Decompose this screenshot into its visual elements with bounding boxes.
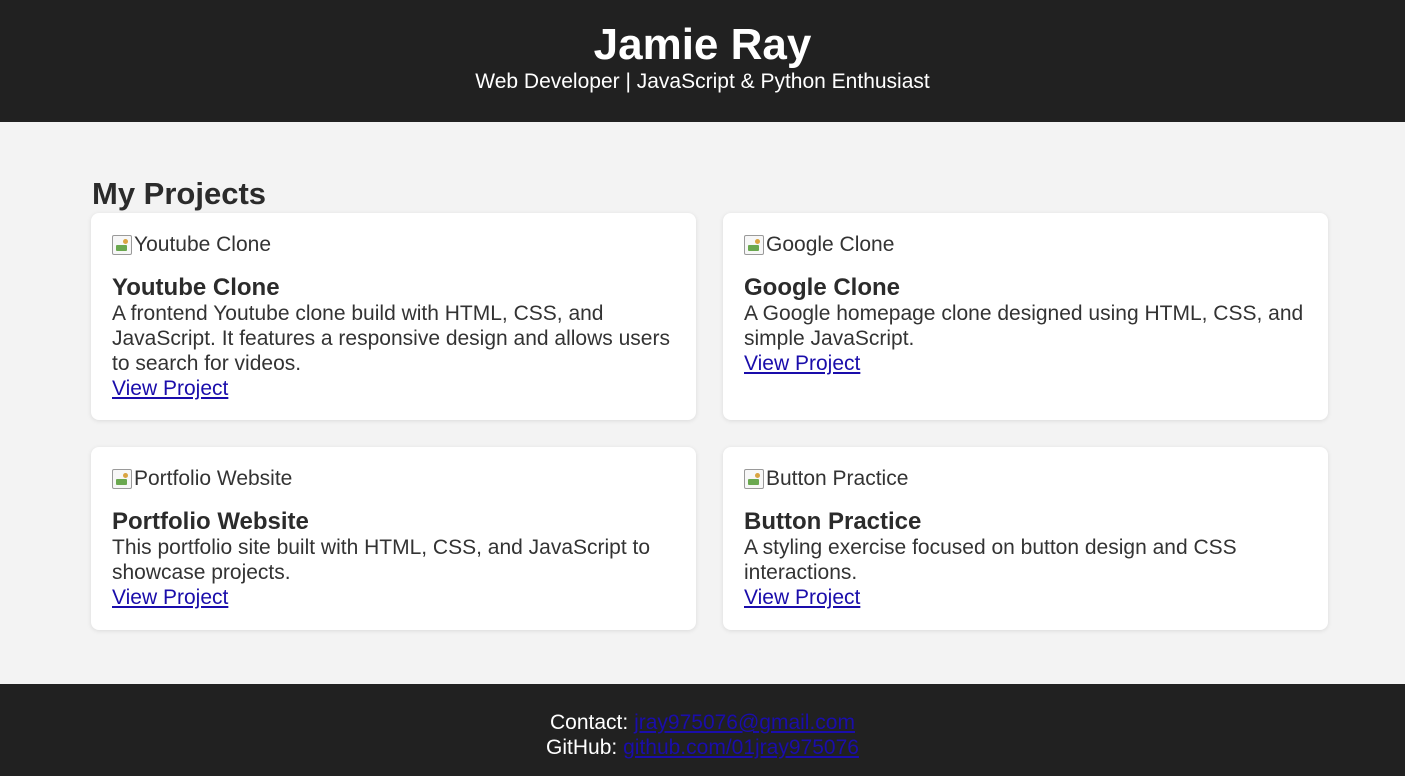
github-label: GitHub: bbox=[546, 736, 618, 759]
view-project-link[interactable]: View Project bbox=[112, 585, 228, 610]
project-image: Portfolio Website bbox=[112, 467, 676, 491]
contact-label: Contact: bbox=[550, 711, 629, 734]
project-title: Button Practice bbox=[744, 508, 922, 535]
broken-image-icon bbox=[744, 469, 764, 489]
github-line: GitHub: github.com/01jray975076 bbox=[0, 735, 1405, 760]
contact-line: Contact: jray975076@gmail.com bbox=[0, 710, 1405, 735]
project-card-youtube-clone: Youtube Clone Youtube Clone A frontend Y… bbox=[91, 213, 696, 420]
project-description: This portfolio site built with HTML, CSS… bbox=[112, 536, 651, 584]
broken-image-icon bbox=[112, 235, 132, 255]
broken-image-icon bbox=[744, 235, 764, 255]
project-description: A Google homepage clone designed using H… bbox=[744, 302, 1304, 350]
broken-image-icon bbox=[112, 469, 132, 489]
view-project-link[interactable]: View Project bbox=[744, 351, 860, 376]
page-title: Jamie Ray bbox=[593, 20, 812, 69]
image-alt-text: Google Clone bbox=[766, 233, 895, 256]
project-title: Portfolio Website bbox=[112, 508, 309, 535]
site-footer: Contact: jray975076@gmail.com GitHub: gi… bbox=[0, 684, 1405, 776]
github-link[interactable]: github.com/01jray975076 bbox=[623, 736, 859, 759]
site-header: Jamie Ray Web Developer | JavaScript & P… bbox=[0, 0, 1405, 122]
project-card-portfolio-website: Portfolio Website Portfolio Website This… bbox=[91, 447, 696, 630]
project-image: Google Clone bbox=[744, 233, 1308, 257]
view-project-link[interactable]: View Project bbox=[744, 585, 860, 610]
project-title: Youtube Clone bbox=[112, 274, 280, 301]
image-alt-text: Youtube Clone bbox=[134, 233, 272, 256]
project-image: Youtube Clone bbox=[112, 233, 676, 257]
project-title: Google Clone bbox=[744, 274, 900, 301]
image-alt-text: Button Practice bbox=[766, 467, 909, 490]
tagline: Web Developer | JavaScript & Python Enth… bbox=[475, 70, 930, 93]
project-description: A styling exercise focused on button des… bbox=[744, 536, 1237, 584]
email-link[interactable]: jray975076@gmail.com bbox=[634, 711, 855, 734]
image-alt-text: Portfolio Website bbox=[134, 467, 293, 490]
project-description: A frontend Youtube clone build with HTML… bbox=[112, 302, 670, 375]
project-card-google-clone: Google Clone Google Clone A Google homep… bbox=[723, 213, 1328, 420]
project-card-button-practice: Button Practice Button Practice A stylin… bbox=[723, 447, 1328, 630]
project-image: Button Practice bbox=[744, 467, 1308, 491]
view-project-link[interactable]: View Project bbox=[112, 376, 228, 401]
section-title: My Projects bbox=[92, 176, 267, 211]
